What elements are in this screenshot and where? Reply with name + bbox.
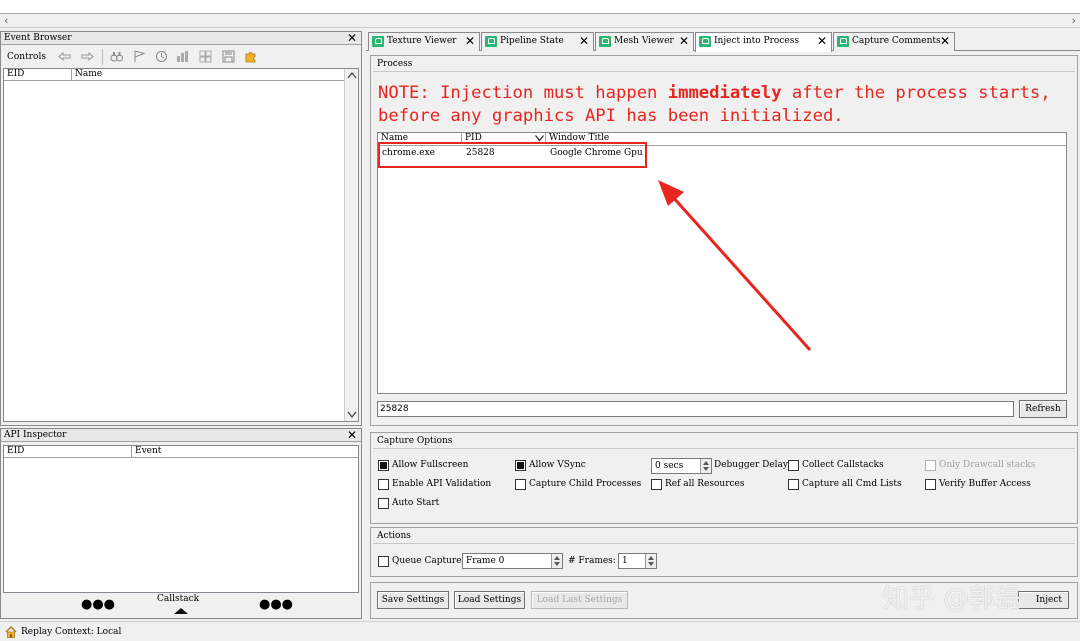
scroll-down-icon[interactable] (347, 411, 357, 419)
texture-viewer-tab-icon (372, 36, 384, 47)
timeline-clock-icon[interactable] (155, 50, 168, 63)
controls-label: Controls (7, 52, 46, 62)
inject-button[interactable]: Inject (1018, 591, 1069, 609)
event-list[interactable]: EID Name (3, 68, 359, 422)
load-settings-button[interactable]: Load Settings (454, 591, 525, 609)
group-divider (373, 71, 1075, 72)
api-inspector-titlebar: API Inspector ✕ (1, 429, 361, 442)
debugger-delay-spinbox[interactable]: 0 secs (651, 458, 712, 474)
close-icon[interactable]: ✕ (579, 33, 589, 50)
horizontal-scrollbar[interactable]: ‹ › (0, 14, 1080, 28)
actions-title: Actions (377, 531, 411, 541)
statistics-icon[interactable] (176, 50, 189, 63)
refresh-button[interactable]: Refresh (1019, 400, 1067, 418)
more-right-icon[interactable]: ●●● (259, 597, 293, 612)
capture-comments-tab-icon (837, 36, 849, 47)
column-header-eid[interactable]: EID (4, 69, 72, 80)
injection-note: NOTE: Injection must happen immediately … (378, 83, 1051, 126)
auto-start-checkbox[interactable]: Auto Start (378, 498, 439, 509)
close-icon[interactable]: ✕ (347, 429, 357, 441)
more-left-icon[interactable]: ●●● (81, 597, 115, 612)
event-browser-titlebar: Event Browser ✕ (1, 32, 361, 45)
callstack-label[interactable]: Callstack (157, 594, 199, 604)
watermark: 知乎 @郭磊 (883, 584, 1022, 614)
column-header-eid[interactable]: EID (4, 446, 132, 457)
status-bar: Replay Context: Local (0, 621, 1080, 641)
vertical-scrollbar[interactable] (344, 69, 358, 421)
capture-options-title: Capture Options (377, 436, 453, 446)
frames-label: # Frames: (568, 556, 616, 566)
spin-arrows-icon[interactable] (645, 554, 656, 568)
pipeline-state-tab-icon (485, 36, 497, 47)
queue-capture-checkbox[interactable]: Queue Capture (378, 556, 462, 567)
allow-fullscreen-checkbox[interactable]: Allow Fullscreen (378, 460, 468, 471)
frames-count-spinbox[interactable]: 1 (618, 553, 657, 569)
group-divider (373, 543, 1075, 544)
spin-arrows-icon[interactable] (551, 554, 562, 568)
mesh-viewer-tab-icon (599, 36, 611, 47)
process-group-title: Process (377, 59, 413, 69)
home-icon (5, 626, 17, 638)
api-inspector-title: API Inspector (4, 430, 67, 440)
group-divider (373, 448, 1075, 449)
annotation-highlight-box (378, 142, 647, 168)
api-list-header: EID Event (4, 446, 358, 458)
bookmark-flag-icon[interactable] (133, 50, 146, 63)
column-header-name[interactable]: Name (72, 69, 345, 80)
scroll-right-icon[interactable]: › (1072, 14, 1076, 27)
close-icon[interactable]: ✕ (940, 33, 950, 50)
tab-capture-comments[interactable]: Capture Comments ✕ (833, 32, 955, 51)
close-icon[interactable]: ✕ (679, 33, 689, 50)
process-filter-input[interactable]: 25828 (377, 401, 1014, 417)
event-browser-title: Event Browser (4, 33, 72, 43)
back-arrow-icon[interactable] (58, 50, 71, 63)
allow-vsync-checkbox[interactable]: Allow VSync (515, 460, 586, 471)
toolbar-divider (102, 49, 103, 65)
ref-all-resources-checkbox[interactable]: Ref all Resources (651, 479, 745, 490)
forward-arrow-icon[interactable] (81, 50, 94, 63)
load-last-settings-button[interactable]: Load Last Settings (531, 591, 628, 609)
debugger-delay-label: Debugger Delay (714, 460, 788, 470)
sort-chevron-icon (535, 135, 544, 142)
capture-child-processes-checkbox[interactable]: Capture Child Processes (515, 479, 641, 490)
expand-up-icon[interactable] (173, 607, 189, 615)
event-list-header: EID Name (4, 69, 345, 81)
scroll-left-icon[interactable]: ‹ (4, 14, 8, 27)
spin-arrows-icon[interactable] (700, 459, 711, 473)
top-scroll-area (0, 0, 1080, 14)
tab-inject-into-process[interactable]: Inject into Process ✕ (695, 32, 832, 52)
resources-icon[interactable] (199, 50, 212, 63)
status-text: Replay Context: Local (21, 627, 122, 637)
capture-options-group: Capture Options (370, 432, 1078, 524)
capture-all-cmd-lists-checkbox[interactable]: Capture all Cmd Lists (788, 479, 902, 490)
column-header-event[interactable]: Event (132, 446, 358, 457)
tab-mesh-viewer[interactable]: Mesh Viewer ✕ (595, 32, 694, 51)
enable-api-validation-checkbox[interactable]: Enable API Validation (378, 479, 491, 490)
inject-tab-icon (699, 36, 711, 47)
collect-callstacks-checkbox[interactable]: Collect Callstacks (788, 460, 884, 471)
api-event-list[interactable]: EID Event (3, 445, 359, 593)
tab-texture-viewer[interactable]: Texture Viewer ✕ (368, 32, 480, 51)
settings-puzzle-icon[interactable] (244, 50, 257, 63)
annotation-arrow (658, 180, 812, 352)
close-icon[interactable]: ✕ (465, 33, 475, 50)
tab-pipeline-state[interactable]: Pipeline State ✕ (481, 32, 594, 51)
api-inspector-panel: API Inspector ✕ EID Event ●●● Callstack … (0, 428, 362, 619)
verify-buffer-access-checkbox[interactable]: Verify Buffer Access (925, 479, 1031, 490)
only-drawcall-stacks-checkbox[interactable]: Only Drawcall stacks (925, 460, 1035, 471)
scroll-up-icon[interactable] (347, 71, 357, 79)
find-icon[interactable] (110, 50, 123, 63)
save-icon[interactable] (222, 50, 235, 63)
close-icon[interactable]: ✕ (347, 32, 357, 44)
frame-spinbox[interactable]: Frame 0 (462, 553, 563, 569)
save-settings-button[interactable]: Save Settings (377, 591, 449, 609)
close-icon[interactable]: ✕ (817, 33, 827, 50)
actions-group: Actions (370, 527, 1078, 577)
